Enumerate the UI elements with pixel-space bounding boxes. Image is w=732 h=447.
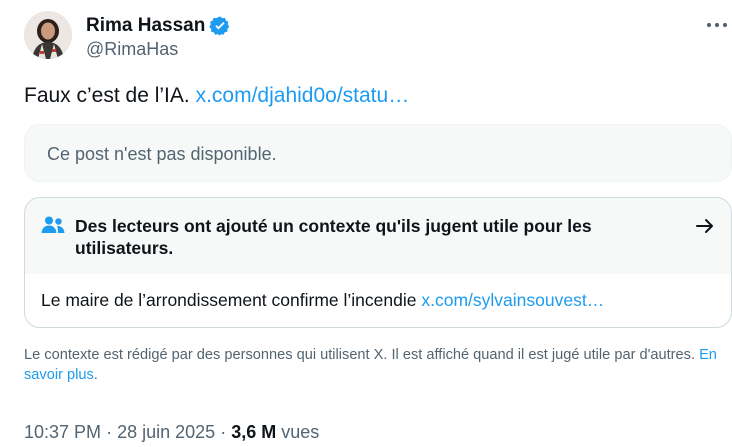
more-dots-icon bbox=[706, 22, 728, 28]
community-note-text: Le maire de l’arrondissement confirme l’… bbox=[41, 290, 417, 310]
community-note[interactable]: Des lecteurs ont ajouté un contexte qu'i… bbox=[24, 197, 732, 328]
author-display-name[interactable]: Rima Hassan bbox=[86, 15, 205, 37]
community-note-link[interactable]: x.com/sylvainsouvest… bbox=[421, 290, 604, 310]
tweet-metadata: 10:37 PM · 28 juin 2025 · 3,6 M vues bbox=[24, 422, 319, 443]
people-icon bbox=[41, 216, 65, 233]
meta-separator-2: · bbox=[220, 422, 227, 442]
tweet-date[interactable]: 28 juin 2025 bbox=[117, 422, 215, 442]
community-note-body: Le maire de l’arrondissement confirme l’… bbox=[41, 290, 604, 311]
community-note-title: Des lecteurs ont ajouté un contexte qu'i… bbox=[75, 216, 592, 258]
context-disclaimer: Le contexte est rédigé par des personnes… bbox=[24, 345, 732, 385]
verified-badge-icon bbox=[209, 16, 230, 36]
views-label: vues bbox=[281, 422, 320, 442]
tweet-time[interactable]: 10:37 PM bbox=[24, 422, 101, 442]
disclaimer-text: Le contexte est rédigé par des personnes… bbox=[24, 347, 695, 363]
meta-separator: · bbox=[106, 422, 113, 442]
views-count: 3,6 M bbox=[231, 422, 277, 442]
tweet-text-body: Faux c’est de l’IA. bbox=[24, 84, 190, 107]
quoted-post-unavailable: Ce post n'est pas disponible. bbox=[24, 124, 732, 182]
arrow-right-icon[interactable] bbox=[695, 216, 715, 236]
avatar[interactable] bbox=[24, 11, 72, 59]
tweet-link[interactable]: x.com/djahid0o/statu… bbox=[196, 84, 410, 107]
avatar-image bbox=[24, 11, 72, 59]
disclaimer-period: . bbox=[93, 367, 98, 383]
unavailable-text: Ce post n'est pas disponible. bbox=[47, 144, 277, 164]
community-note-header[interactable]: Des lecteurs ont ajouté un contexte qu'i… bbox=[25, 198, 731, 274]
tweet-text: Faux c’est de l’IA. x.com/djahid0o/statu… bbox=[24, 84, 409, 108]
author-handle[interactable]: @RimaHas bbox=[86, 39, 178, 60]
more-options-button[interactable] bbox=[706, 14, 732, 36]
